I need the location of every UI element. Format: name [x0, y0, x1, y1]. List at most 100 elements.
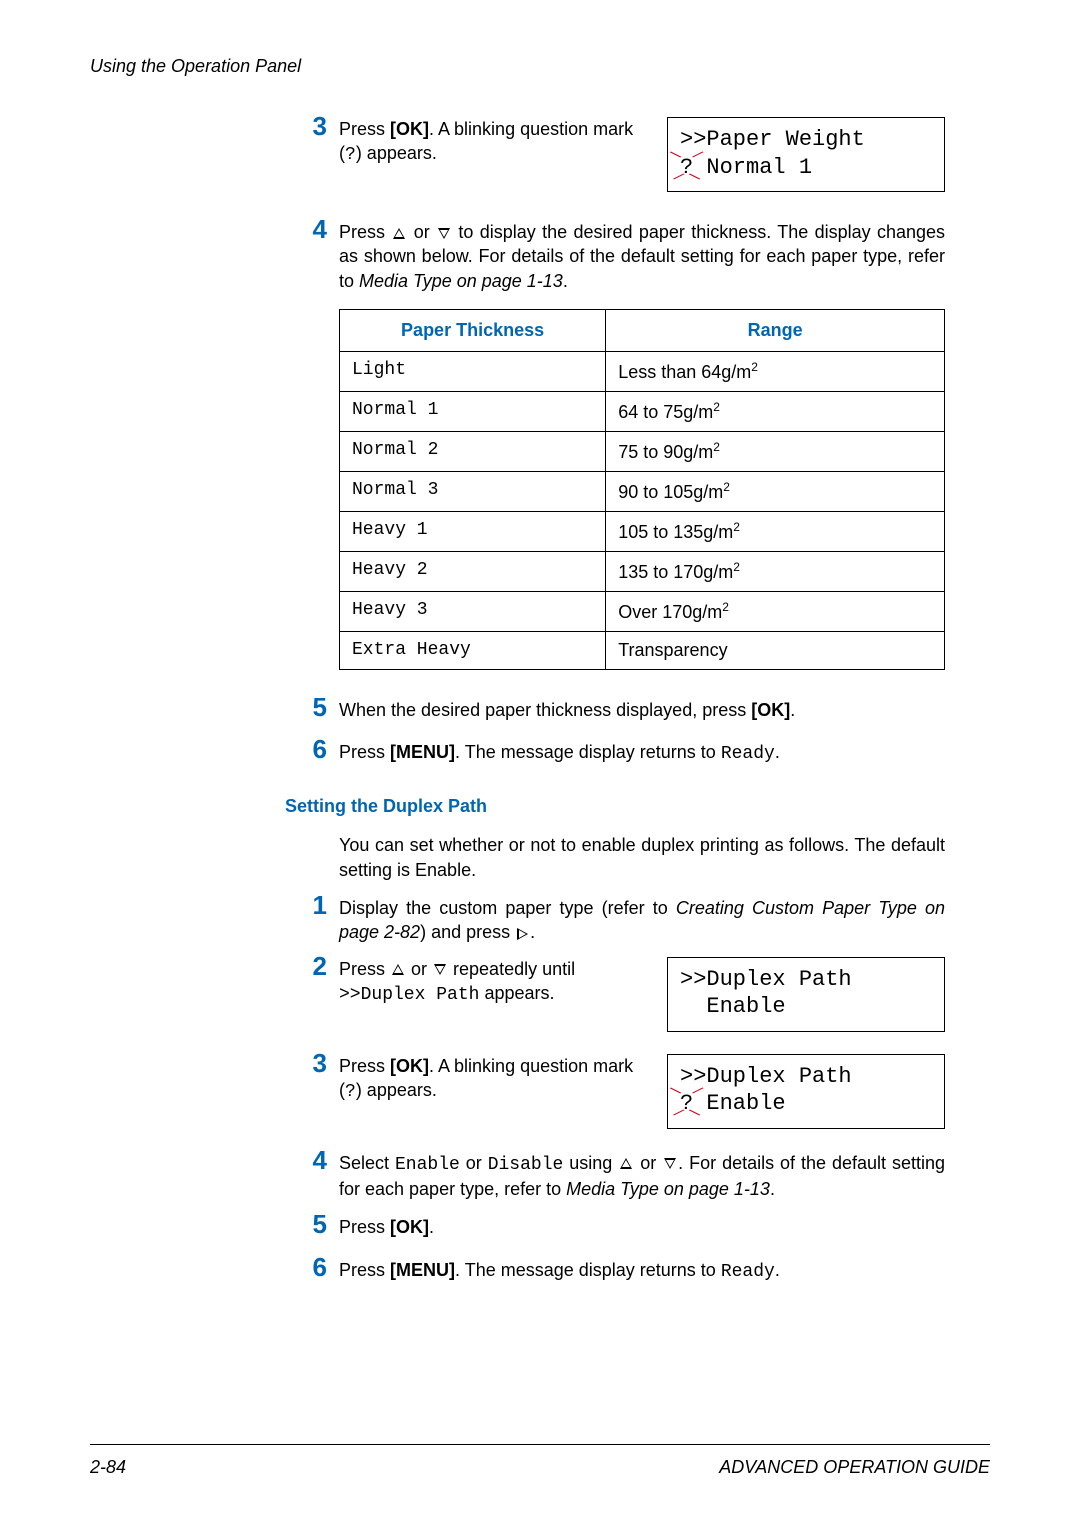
text: Press	[339, 1056, 390, 1076]
table-row: LightLess than 64g/m2	[340, 351, 945, 391]
text: ) appears.	[356, 1080, 437, 1100]
lcd-text: Normal 1	[693, 155, 812, 180]
lcd-line2: \ / / \ ? Normal 1	[680, 154, 932, 182]
text: appears.	[479, 983, 554, 1003]
ok-key: [OK]	[390, 1217, 429, 1237]
text: Press	[339, 1217, 390, 1237]
step-number: 5	[285, 694, 327, 720]
text: Press	[339, 1260, 390, 1280]
running-header: Using the Operation Panel	[90, 56, 990, 77]
page-number: 2-84	[90, 1457, 126, 1478]
blinking-cursor: \ / / \ ?	[680, 154, 693, 182]
ready-text: Ready	[721, 744, 775, 764]
thickness-cell: Normal 1	[340, 391, 606, 431]
text: Press	[339, 959, 390, 979]
lcd-line2: Enable	[680, 993, 932, 1021]
step-number: 4	[285, 216, 327, 242]
lcd-display-paper-weight: >>Paper Weight \ / / \ ? Normal 1	[667, 117, 945, 192]
text: .	[429, 1217, 434, 1237]
step-text: When the desired paper thickness display…	[339, 698, 945, 722]
range-cell: Less than 64g/m2	[606, 351, 945, 391]
thickness-cell: Heavy 3	[340, 591, 606, 631]
table-row: Heavy 2135 to 170g/m2	[340, 551, 945, 591]
ok-key: [OK]	[751, 700, 790, 720]
thickness-cell: Heavy 1	[340, 511, 606, 551]
menu-key: [MENU]	[390, 742, 455, 762]
th-range: Range	[606, 309, 945, 351]
step-b3-row: 3 Press [OK]. A blinking question mark (…	[285, 1054, 945, 1129]
range-cell: 64 to 75g/m2	[606, 391, 945, 431]
step-number: 5	[285, 1211, 327, 1237]
step-b2-row: 2 Press or repeatedly until >>Duplex Pat…	[285, 957, 945, 1032]
step-text: Select Enable or Disable using or . For …	[339, 1151, 945, 1202]
range-cell: Transparency	[606, 631, 945, 669]
lcd-line1: >>Paper Weight	[680, 126, 932, 154]
step-number: 6	[285, 736, 327, 762]
step-b6: 6 Press [MENU]. The message display retu…	[285, 1258, 945, 1284]
text: .	[770, 1179, 775, 1199]
code: Disable	[488, 1155, 564, 1175]
text: or	[460, 1153, 488, 1173]
th-thickness: Paper Thickness	[340, 309, 606, 351]
text: .	[563, 271, 568, 291]
text: ) and press	[420, 922, 515, 942]
step-text: Press or to display the desired paper th…	[339, 220, 945, 293]
code: Enable	[395, 1155, 460, 1175]
table-row: Heavy 3Over 170g/m2	[340, 591, 945, 631]
thickness-cell: Extra Heavy	[340, 631, 606, 669]
lcd-display-duplex: >>Duplex Path Enable	[667, 957, 945, 1032]
thickness-cell: Heavy 2	[340, 551, 606, 591]
thickness-cell: Normal 3	[340, 471, 606, 511]
step-number: 6	[285, 1254, 327, 1280]
text: Display the custom paper type (refer to	[339, 898, 676, 918]
lcd-text: Enable	[693, 1091, 785, 1116]
triangle-up-icon	[620, 1158, 632, 1169]
step-number: 2	[285, 953, 327, 1008]
table-row: Normal 275 to 90g/m2	[340, 431, 945, 471]
step-number: 4	[285, 1147, 327, 1173]
paper-thickness-table: Paper Thickness Range LightLess than 64g…	[339, 309, 945, 670]
step-number: 3	[285, 1050, 327, 1105]
text: . The message display returns to	[455, 1260, 721, 1280]
step-text: Press [MENU]. The message display return…	[339, 1258, 945, 1284]
blinking-cursor: \ / / \ ?	[680, 1090, 693, 1118]
lcd-display-duplex-blink: >>Duplex Path \ / / \ ? Enable	[667, 1054, 945, 1129]
text: or	[634, 1153, 662, 1173]
page: Using the Operation Panel 3 Press [OK]. …	[0, 0, 1080, 1528]
text: using	[563, 1153, 618, 1173]
text: .	[775, 1260, 780, 1280]
ok-key: [OK]	[390, 119, 429, 139]
text: . The message display returns to	[455, 742, 721, 762]
ok-key: [OK]	[390, 1056, 429, 1076]
intro-paragraph: You can set whether or not to enable dup…	[339, 833, 945, 882]
qmark: ?	[680, 155, 693, 180]
code: >>Duplex Path	[339, 985, 479, 1005]
text: Press	[339, 119, 390, 139]
step-text: Press [OK].	[339, 1215, 945, 1239]
xref: Media Type on page 1-13	[359, 271, 563, 291]
xref: Media Type on page 1-13	[566, 1179, 770, 1199]
page-footer: 2-84 ADVANCED OPERATION GUIDE	[90, 1444, 990, 1478]
triangle-up-icon	[392, 964, 404, 975]
text: or	[406, 959, 432, 979]
content-column: 3 Press [OK]. A blinking question mark (…	[285, 117, 945, 1284]
table-wrap: Paper Thickness Range LightLess than 64g…	[339, 309, 945, 670]
triangle-down-icon	[438, 228, 450, 239]
step-b5: 5 Press [OK].	[285, 1215, 945, 1239]
lcd-line1: >>Duplex Path	[680, 966, 932, 994]
ready-text: Ready	[721, 1262, 775, 1282]
step-text: Press [OK]. A blinking question mark (?)…	[339, 117, 647, 168]
menu-key: [MENU]	[390, 1260, 455, 1280]
step-text: Press [MENU]. The message display return…	[339, 740, 945, 766]
book-title: ADVANCED OPERATION GUIDE	[719, 1457, 990, 1478]
table-row: Heavy 1105 to 135g/m2	[340, 511, 945, 551]
triangle-up-icon	[393, 228, 405, 239]
lcd-line1: >>Duplex Path	[680, 1063, 932, 1091]
text: or	[407, 222, 436, 242]
qmark: ?	[680, 1091, 693, 1116]
step-a6: 6 Press [MENU]. The message display retu…	[285, 740, 945, 766]
table-row: Extra HeavyTransparency	[340, 631, 945, 669]
step-number: 1	[285, 892, 327, 918]
step-text: Display the custom paper type (refer to …	[339, 896, 945, 945]
qmark: ?	[345, 1082, 356, 1102]
